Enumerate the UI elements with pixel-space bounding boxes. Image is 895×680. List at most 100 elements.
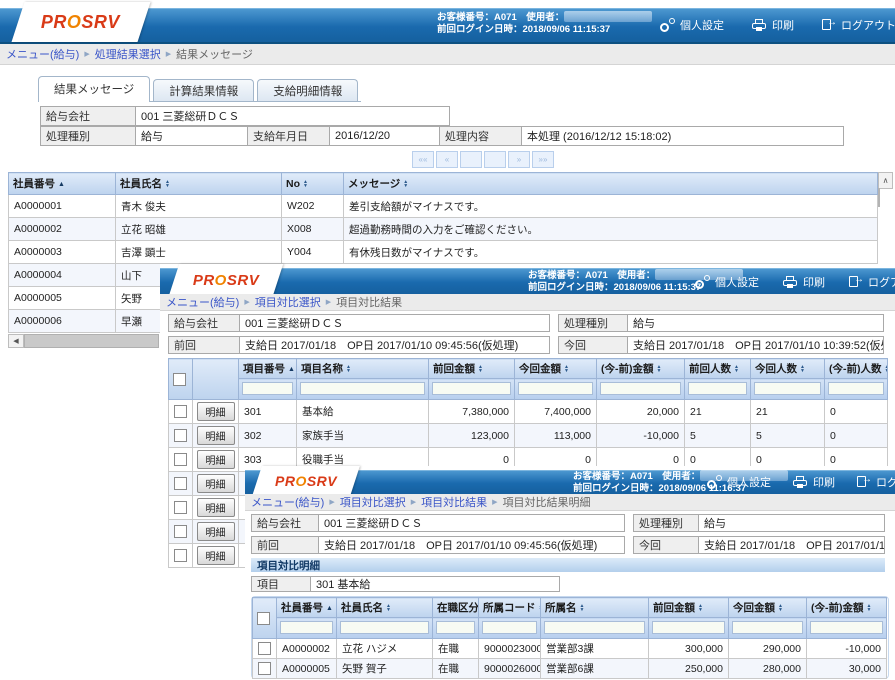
detail-button[interactable]: 明細 (197, 498, 235, 517)
row-checkbox[interactable] (174, 405, 187, 418)
filter-input[interactable] (242, 382, 293, 395)
detail-button[interactable]: 明細 (197, 450, 235, 469)
row-checkbox[interactable] (258, 662, 271, 675)
col-employee-name[interactable]: 社員氏名▲▼ (337, 598, 433, 618)
pager-next-button[interactable]: » (508, 151, 530, 168)
row-checkbox[interactable] (174, 501, 187, 514)
breadcrumb-item-compare-result[interactable]: 項目対比結果 (421, 494, 487, 510)
pager-last-button[interactable]: »» (532, 151, 554, 168)
logout-button[interactable]: →ログアウト (857, 474, 895, 490)
detail-button[interactable]: 明細 (197, 522, 235, 541)
print-button[interactable]: 印刷 (752, 17, 794, 33)
filter-input[interactable] (828, 382, 884, 395)
select-all-checkbox[interactable] (173, 373, 186, 386)
col-dept-name[interactable]: 所属名▲▼ (541, 598, 649, 618)
row-checkbox[interactable] (174, 525, 187, 538)
col-prev-count[interactable]: 前回人数▲▼ (685, 359, 751, 379)
scroll-up-icon[interactable]: ∧ (878, 172, 893, 189)
col-dept-code[interactable]: 所属コード▲▼ (479, 598, 541, 618)
row-checkbox[interactable] (174, 549, 187, 562)
table-row[interactable]: A0000002 立花 昭雄 X008 超過勤務時間の入力をご確認ください。 (9, 218, 878, 241)
breadcrumb-menu[interactable]: メニュー(給与) (251, 494, 324, 510)
detail-button[interactable]: 明細 (197, 474, 235, 493)
tab-calc-result[interactable]: 計算結果情報 (153, 79, 254, 101)
detail-button[interactable]: 明細 (197, 546, 235, 565)
filter-input[interactable] (300, 382, 425, 395)
detail-button[interactable]: 明細 (197, 402, 235, 421)
col-employment-status[interactable]: 在職区分▲▼ (433, 598, 479, 618)
filter-input[interactable] (482, 621, 537, 634)
table-row[interactable]: A0000003 吉澤 顕士 Y004 有休残日数がマイナスです。 (9, 241, 878, 264)
filter-input[interactable] (340, 621, 429, 634)
personal-settings-button[interactable]: 個人設定 (707, 474, 771, 490)
logo-text: SRV (227, 272, 259, 289)
table-row[interactable]: 明細 301 基本給 7,380,000 7,400,000 20,000 21… (169, 400, 888, 424)
horizontal-scrollbar[interactable]: ◀ (8, 334, 159, 348)
tab-payment-detail[interactable]: 支給明細情報 (257, 79, 358, 101)
filter-input[interactable] (432, 382, 511, 395)
cell-diff-count: 0 (825, 400, 888, 424)
cell-employee-id: A0000002 (9, 218, 116, 241)
table-row[interactable]: A0000005 矢野 賀子 在職 9000026000 営業部6課 250,0… (253, 659, 887, 679)
print-button[interactable]: 印刷 (793, 474, 835, 490)
breadcrumb-item-compare-select[interactable]: 項目対比選択 (255, 294, 321, 310)
cell-cur-count: 5 (751, 424, 825, 448)
row-checkbox[interactable] (258, 642, 271, 655)
detail-button[interactable]: 明細 (197, 426, 235, 445)
filter-input[interactable] (544, 621, 645, 634)
col-prev-amount[interactable]: 前回金額▲▼ (649, 598, 729, 618)
filter-input[interactable] (810, 621, 883, 634)
filter-diff-amount (807, 618, 887, 639)
row-checkbox[interactable] (174, 429, 187, 442)
select-all-checkbox[interactable] (257, 612, 270, 625)
breadcrumb-menu[interactable]: メニュー(給与) (6, 46, 79, 62)
col-prev-amount[interactable]: 前回金額▲▼ (429, 359, 515, 379)
filter-input[interactable] (518, 382, 593, 395)
filter-diff-amount (597, 379, 685, 400)
filter-input[interactable] (436, 621, 475, 634)
table-row[interactable]: A0000002 立花 ハジメ 在職 9000023000 営業部3課 300,… (253, 639, 887, 659)
table-row[interactable]: A0000001 青木 俊夫 W202 差引支給額がマイナスです。 (9, 195, 878, 218)
scroll-left-icon[interactable]: ◀ (8, 334, 24, 348)
filter-input[interactable] (732, 621, 803, 634)
col-cur-count[interactable]: 今回人数▲▼ (751, 359, 825, 379)
logout-button[interactable]: →ログアウト (849, 274, 895, 290)
pager-first-button[interactable]: «« (412, 151, 434, 168)
pager-prev-button[interactable]: « (436, 151, 458, 168)
logout-button[interactable]: →ログアウト (822, 17, 895, 33)
col-item-name[interactable]: 項目名称▲▼ (297, 359, 429, 379)
col-employee-id[interactable]: 社員番号▲ (9, 173, 116, 195)
col-diff-amount[interactable]: (今-前)金額▲▼ (807, 598, 887, 618)
scrollbar-thumb[interactable] (878, 188, 880, 207)
col-item-no[interactable]: 項目番号▲ (239, 359, 297, 379)
filter-input[interactable] (600, 382, 681, 395)
breadcrumb-item-compare-select[interactable]: 項目対比選択 (340, 494, 406, 510)
prosrv-logo: PROSRV (169, 264, 283, 296)
col-cur-amount[interactable]: 今回金額▲▼ (515, 359, 597, 379)
filter-input[interactable] (652, 621, 725, 634)
col-no[interactable]: No▲▼ (282, 173, 344, 195)
personal-settings-button[interactable]: 個人設定 (660, 17, 724, 33)
col-employee-id[interactable]: 社員番号▲ (277, 598, 337, 618)
breadcrumb-process-select[interactable]: 処理結果選択 (95, 46, 161, 62)
filter-input[interactable] (754, 382, 821, 395)
filter-prev-amount (649, 618, 729, 639)
breadcrumb-menu[interactable]: メニュー(給与) (166, 294, 239, 310)
col-diff-amount[interactable]: (今-前)金額▲▼ (597, 359, 685, 379)
col-cur-amount[interactable]: 今回金額▲▼ (729, 598, 807, 618)
table-row[interactable]: 明細 302 家族手当 123,000 113,000 -10,000 5 5 … (169, 424, 888, 448)
pager-page-button[interactable] (484, 151, 506, 168)
col-employee-name[interactable]: 社員氏名▲▼ (116, 173, 282, 195)
col-diff-count[interactable]: (今-前)人数▲▼ (825, 359, 888, 379)
print-button[interactable]: 印刷 (783, 274, 825, 290)
tab-result-message[interactable]: 結果メッセージ (38, 76, 150, 102)
scrollbar-thumb[interactable] (24, 334, 159, 348)
vertical-scrollbar[interactable]: ∧ (878, 172, 893, 264)
col-message[interactable]: メッセージ▲▼ (344, 173, 878, 195)
pager-page-button[interactable] (460, 151, 482, 168)
personal-settings-button[interactable]: 個人設定 (695, 274, 759, 290)
filter-input[interactable] (280, 621, 333, 634)
filter-input[interactable] (688, 382, 747, 395)
row-checkbox[interactable] (174, 477, 187, 490)
row-checkbox[interactable] (174, 453, 187, 466)
